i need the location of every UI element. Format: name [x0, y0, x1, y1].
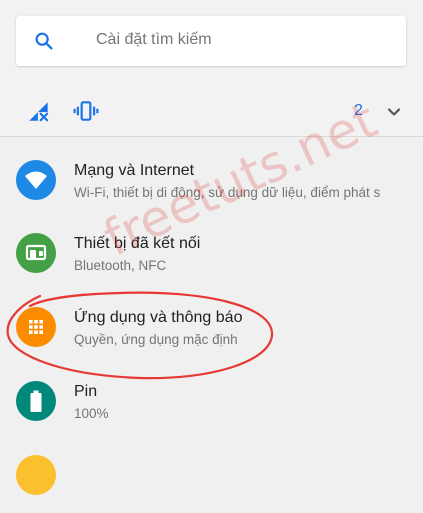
setting-summary: Bluetooth, NFC — [74, 258, 167, 273]
setting-summary: Wi-Fi, thiết bị di động, sử dụng dữ liệu… — [74, 185, 381, 200]
divider — [0, 136, 423, 137]
setting-title: Thiết bị đã kết nối — [74, 235, 201, 252]
setting-item-apps-notifications[interactable]: Ứng dụng và thông báo Quyền, ứng dụng mặ… — [0, 289, 423, 365]
chevron-down-icon[interactable] — [384, 102, 404, 122]
search-icon[interactable] — [33, 30, 55, 52]
setting-summary: 100% — [74, 406, 109, 421]
setting-item-network[interactable]: Mạng và Internet Wi-Fi, thiết bị di động… — [0, 142, 423, 218]
settings-screen: Cài đặt tìm kiếm 2 Mạng và Internet Wi-F… — [0, 0, 423, 495]
setting-title: Mạng và Internet — [74, 162, 195, 179]
setting-title: Ứng dụng và thông báo — [74, 309, 243, 326]
setting-item-connected-devices[interactable]: Thiết bị đã kết nối Bluetooth, NFC — [0, 215, 423, 291]
quick-settings-count: 2 — [354, 102, 363, 119]
battery-icon — [16, 381, 56, 421]
search-area: Cài đặt tìm kiếm 2 — [0, 0, 423, 136]
connected-devices-icon — [16, 233, 56, 273]
setting-item-partial[interactable] — [0, 437, 423, 513]
quick-settings-row: 2 — [0, 90, 423, 134]
search-bar[interactable]: Cài đặt tìm kiếm — [16, 16, 406, 66]
search-input[interactable]: Cài đặt tìm kiếm — [96, 31, 212, 49]
setting-item-battery[interactable]: Pin 100% — [0, 363, 423, 439]
wifi-icon — [16, 160, 56, 200]
vibrate-icon[interactable] — [73, 98, 99, 124]
apps-icon — [16, 307, 56, 347]
no-signal-icon[interactable] — [26, 98, 52, 124]
display-icon — [16, 455, 56, 495]
setting-summary: Quyền, ứng dụng mặc định — [74, 332, 238, 347]
setting-title: Pin — [74, 383, 98, 400]
